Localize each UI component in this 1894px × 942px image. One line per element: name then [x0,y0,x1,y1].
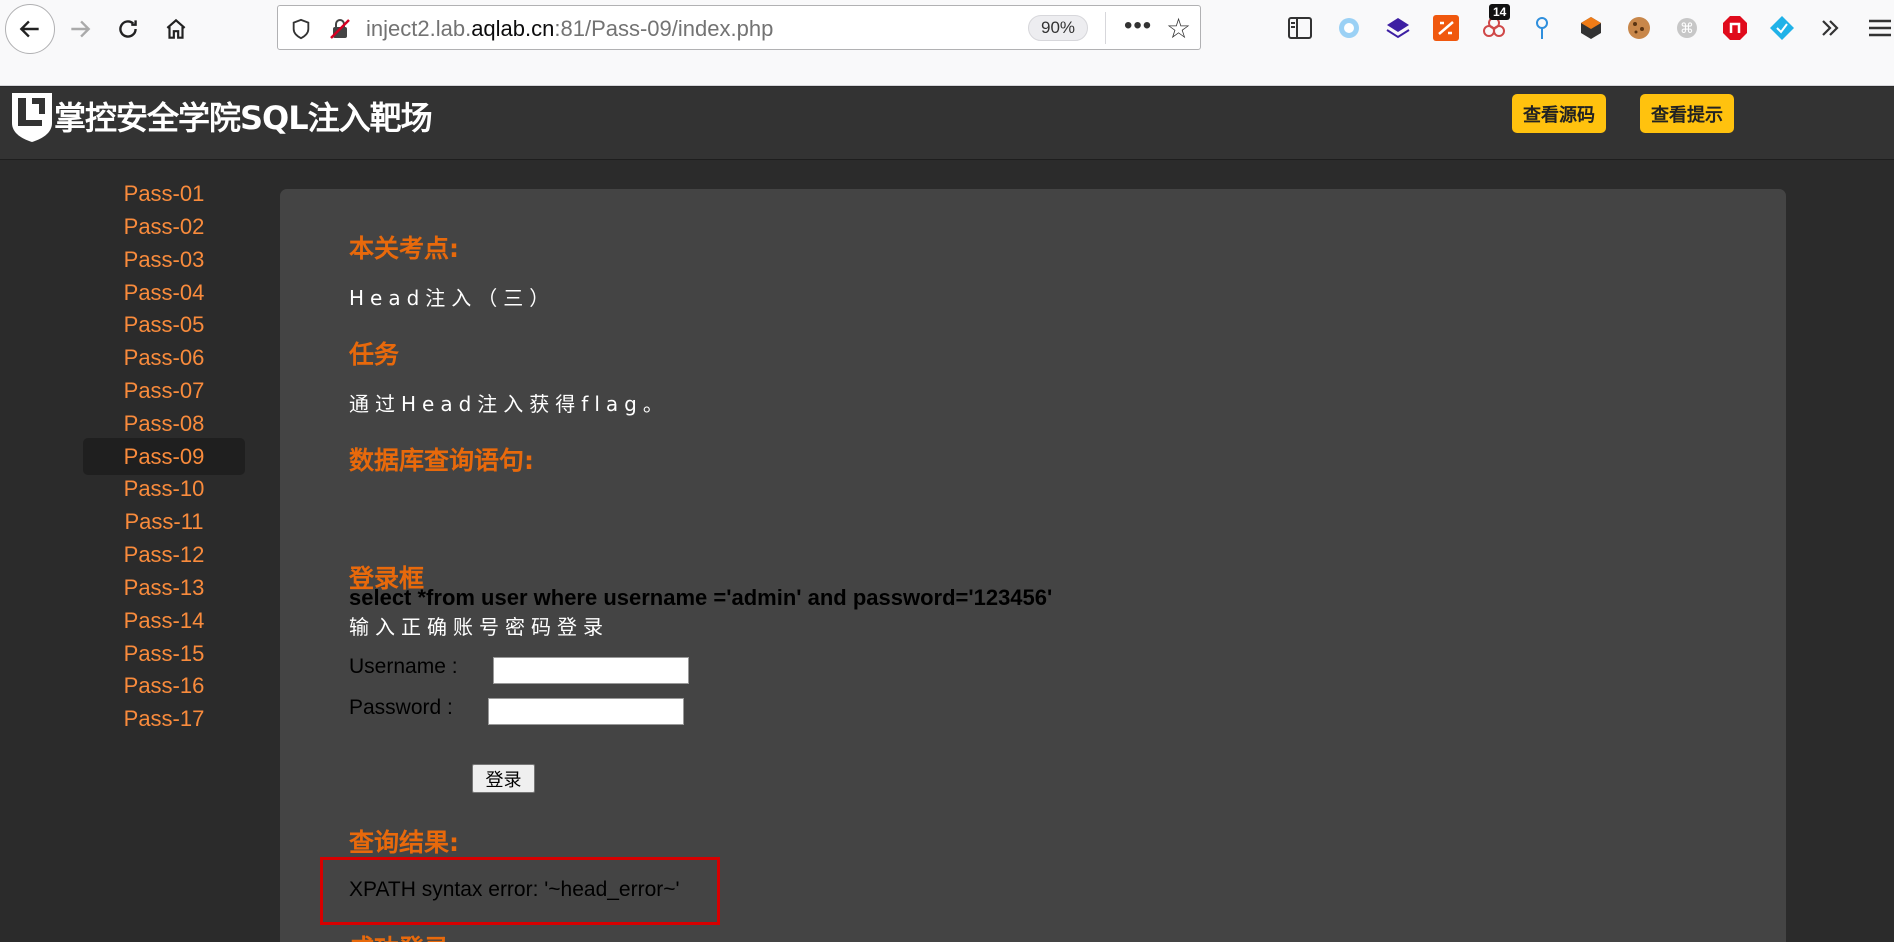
forward-arrow-icon [71,20,91,38]
query-heading: 数据库查询语句: [349,446,534,475]
view-source-button[interactable]: 查看源码 [1512,94,1606,133]
circle-extension-icon[interactable] [1335,14,1363,42]
wappalyzer-extension-icon[interactable] [1768,14,1796,42]
reload-button[interactable] [103,4,153,54]
address-bar[interactable]: inject2.lab.aqlab.cn:81/Pass-09/index.ph… [277,5,1201,50]
page-actions-icon[interactable]: ••• [1124,12,1152,40]
reload-icon [119,20,137,38]
topic-text: Head注入（三） [349,286,556,310]
page: 掌控安全学院SQL注入靶场 查看源码 查看提示 Pass-01 Pass-02 … [0,87,1894,942]
password-input[interactable] [488,698,684,725]
login-heading: 登录框 [349,564,425,593]
divider [1105,12,1106,44]
site-title: 掌控安全学院SQL注入靶场 [54,99,433,137]
content-panel: 本关考点: Head注入（三） 任务 通过Head注入获得flag。 数据库查询… [280,189,1786,942]
orange-extension-icon[interactable] [1432,14,1460,42]
task-heading: 任务 [349,340,400,369]
sql-query-text: select *from user where username ='admin… [349,585,1053,610]
topic-heading: 本关考点: [349,234,459,263]
sidebar-item-pass-06[interactable]: Pass-06 [83,339,245,376]
sidebar-item-pass-08[interactable]: Pass-08 [83,405,245,442]
layers-extension-icon[interactable] [1384,14,1412,42]
sidebar-item-pass-03[interactable]: Pass-03 [83,241,245,278]
sidebar-item-pass-11[interactable]: Pass-11 [83,503,245,540]
shield-icon[interactable] [290,18,312,40]
browser-toolbar: inject2.lab.aqlab.cn:81/Pass-09/index.ph… [0,0,1894,86]
adblock-extension-icon[interactable] [1721,14,1749,42]
svg-text:⌘: ⌘ [1680,20,1694,36]
sidebar-item-pass-16[interactable]: Pass-16 [83,667,245,704]
pin-extension-icon[interactable] [1528,14,1556,42]
sidebar-item-pass-10[interactable]: Pass-10 [83,470,245,507]
url-text[interactable]: inject2.lab.aqlab.cn:81/Pass-09/index.ph… [366,16,773,42]
sidebar-item-pass-12[interactable]: Pass-12 [83,536,245,573]
username-label: Username : [349,655,458,678]
sidebar-item-pass-17[interactable]: Pass-17 [83,700,245,737]
menu-icon[interactable] [1866,14,1894,42]
username-input[interactable] [493,657,689,684]
password-label: Password : [349,696,453,719]
forward-button[interactable] [55,4,105,54]
sidebar-item-pass-01[interactable]: Pass-01 [83,175,245,212]
login-hint: 输入正确账号密码登录 [349,615,609,639]
sidebar-item-pass-14[interactable]: Pass-14 [83,602,245,639]
sidebar-item-pass-07[interactable]: Pass-07 [83,372,245,409]
back-arrow-icon [19,20,39,38]
error-highlight-box [320,857,720,925]
zoom-level-badge[interactable]: 90% [1028,15,1088,41]
site-header: 掌控安全学院SQL注入靶场 查看源码 查看提示 [0,87,1894,160]
view-hint-button[interactable]: 查看提示 [1640,94,1734,133]
sidebar-item-pass-05[interactable]: Pass-05 [83,306,245,343]
success-heading: 成功登录 [349,929,449,942]
cookie-extension-icon[interactable] [1625,14,1653,42]
home-icon [166,18,186,39]
command-extension-icon[interactable]: ⌘ [1673,14,1701,42]
task-text: 通过Head注入获得flag。 [349,392,669,416]
home-button[interactable] [151,4,201,54]
insecure-lock-icon[interactable] [328,17,352,41]
back-button[interactable] [5,4,55,54]
extension-count-badge: 14 [1489,4,1511,20]
sidebar: Pass-01 Pass-02 Pass-03 Pass-04 Pass-05 … [0,161,280,942]
cube-extension-icon[interactable] [1577,14,1605,42]
result-heading: 查询结果: [349,828,459,857]
site-logo-icon [12,93,52,142]
login-button[interactable]: 登录 [472,764,535,793]
bookmark-star-icon[interactable]: ☆ [1166,12,1191,45]
sidebar-item-pass-13[interactable]: Pass-13 [83,569,245,606]
overflow-chevron-icon[interactable] [1816,14,1844,42]
sidebar-item-pass-02[interactable]: Pass-02 [83,208,245,245]
sidebar-toggle-icon[interactable] [1286,14,1314,42]
